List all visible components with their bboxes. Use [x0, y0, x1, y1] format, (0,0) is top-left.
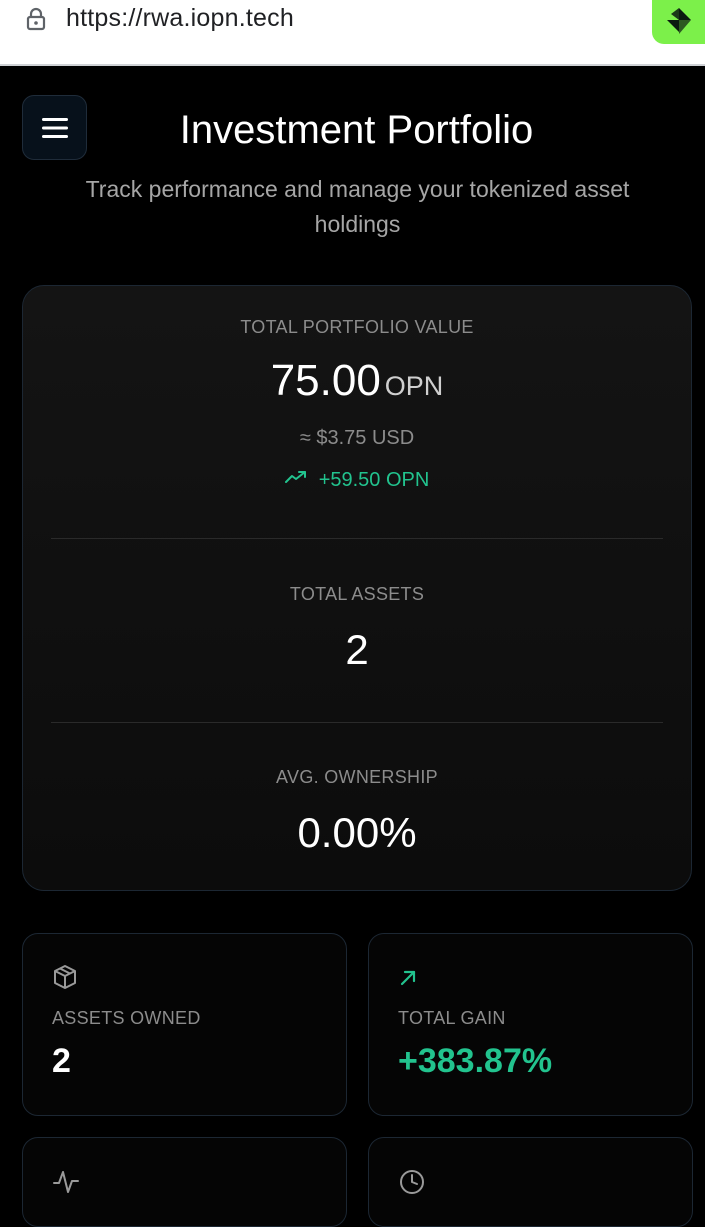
assets-owned-value: 2 — [52, 1042, 71, 1080]
portfolio-value-number: 75.00 — [270, 356, 381, 405]
browser-address-bar: https://rwa.iopn.tech — [0, 0, 705, 66]
total-gain-card[interactable]: TOTAL GAIN +383.87% — [368, 933, 693, 1116]
assets-owned-card[interactable]: ASSETS OWNED 2 — [22, 933, 347, 1116]
site-badge-icon[interactable] — [652, 0, 705, 44]
divider — [51, 538, 663, 539]
total-gain-label: TOTAL GAIN — [398, 1008, 506, 1028]
page-subtitle: Track performance and manage your tokeni… — [85, 176, 630, 237]
arrow-up-right-icon — [398, 968, 418, 993]
portfolio-value-unit: OPN — [384, 371, 444, 401]
box-icon — [52, 964, 78, 995]
portfolio-summary-card: TOTAL PORTFOLIO VALUE 75.00 OPN ≈ $3.75 U… — [22, 285, 692, 891]
lock-icon[interactable] — [26, 7, 46, 31]
time-card[interactable] — [368, 1137, 693, 1227]
total-assets-label: TOTAL ASSETS — [289, 584, 425, 604]
portfolio-change: +59.50 OPN — [23, 469, 691, 492]
portfolio-change-value: +59.50 OPN — [318, 469, 430, 491]
assets-owned-label: ASSETS OWNED — [52, 1008, 201, 1028]
trending-up-icon — [284, 467, 307, 490]
portfolio-value: 75.00 OPN — [23, 356, 691, 406]
portfolio-value-label: TOTAL PORTFOLIO VALUE — [240, 317, 474, 337]
avg-ownership-label: AVG. OWNERSHIP — [276, 767, 438, 787]
total-assets-value: 2 — [345, 626, 369, 673]
page-title: Investment Portfolio — [179, 108, 534, 152]
activity-card[interactable] — [22, 1137, 347, 1227]
divider — [51, 722, 663, 723]
url-text[interactable]: https://rwa.iopn.tech — [66, 3, 294, 33]
total-gain-value: +383.87% — [398, 1042, 553, 1080]
activity-icon — [52, 1168, 80, 1201]
avg-ownership-value: 0.00% — [297, 809, 417, 856]
usd-value: ≈ $3.75 USD — [299, 427, 415, 449]
clock-icon — [398, 1168, 426, 1201]
